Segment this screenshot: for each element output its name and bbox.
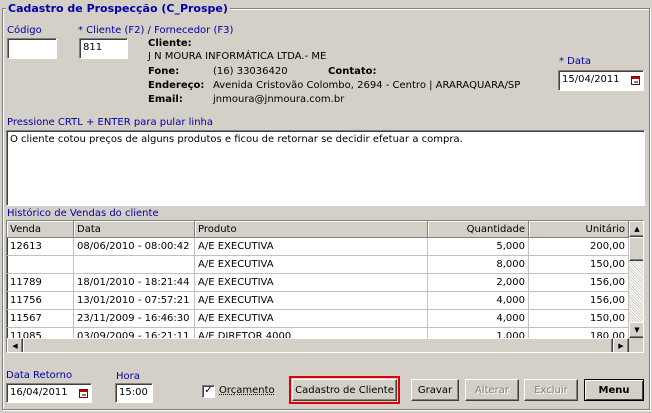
menu-button[interactable]: Menu — [584, 379, 644, 401]
grid-rows: 12613 08/06/2010 - 08:00:42 A/E EXECUTIV… — [7, 238, 629, 346]
cell-data — [74, 256, 195, 274]
notes-hint: Pressione CRTL + ENTER para pular linha — [7, 117, 213, 128]
cell-venda: 11789 — [7, 274, 74, 292]
cell-venda: 12613 — [7, 238, 74, 256]
contato-label: Contato: — [328, 66, 377, 77]
scroll-up-icon[interactable]: ▲ — [629, 221, 643, 237]
table-row[interactable]: 11789 18/01/2010 - 18:21:44 A/E EXECUTIV… — [7, 274, 629, 292]
horizontal-scroll-thumb[interactable] — [23, 338, 613, 352]
vertical-scroll-thumb[interactable] — [629, 237, 643, 261]
cell-quantidade: 2,000 — [428, 274, 529, 292]
email-value: jnmoura@jnmoura.com.br — [213, 94, 345, 105]
cell-data: 18/01/2010 - 18:21:44 — [74, 274, 195, 292]
scroll-down-icon[interactable]: ▼ — [629, 322, 643, 338]
cliente-code-value: 811 — [83, 42, 103, 53]
cell-produto: A/E EXECUTIVA — [195, 238, 428, 256]
orcamento-checkbox[interactable]: ✓ — [202, 385, 215, 398]
calendar-icon[interactable] — [631, 76, 640, 85]
table-row[interactable]: 11567 23/11/2009 - 16:46:30 A/E EXECUTIV… — [7, 310, 629, 328]
cell-produto: A/E EXECUTIVA — [195, 256, 428, 274]
cell-venda — [7, 256, 74, 274]
table-row[interactable]: A/E EXECUTIVA 8,000 150,00 — [7, 256, 629, 274]
col-quantidade[interactable]: Quantidade — [428, 221, 529, 238]
scroll-right-icon[interactable]: ▶ — [613, 338, 629, 352]
grid-header: Venda Data Produto Quantidade Unitário — [7, 221, 629, 238]
table-row[interactable]: 11756 13/01/2010 - 07:57:21 A/E EXECUTIV… — [7, 292, 629, 310]
cell-venda: 11567 — [7, 310, 74, 328]
gravar-button[interactable]: Gravar — [411, 379, 459, 401]
cell-quantidade: 4,000 — [428, 292, 529, 310]
cell-data: 13/01/2010 - 07:57:21 — [74, 292, 195, 310]
retorno-date-value: 16/04/2011 — [10, 387, 68, 398]
cliente-fornecedor-label: * Cliente (F2) / Fornecedor (F3) — [78, 25, 234, 36]
email-label: Email: — [148, 94, 183, 105]
hora-value: 15:00 — [119, 387, 148, 398]
col-unitario[interactable]: Unitário — [529, 221, 629, 238]
cell-unitario: 150,00 — [529, 310, 629, 328]
col-produto[interactable]: Produto — [195, 221, 428, 238]
cell-quantidade: 4,000 — [428, 310, 529, 328]
col-venda[interactable]: Venda — [7, 221, 74, 238]
calendar-icon[interactable] — [79, 389, 88, 398]
cell-data: 08/06/2010 - 08:00:42 — [74, 238, 195, 256]
history-title: Histórico de Vendas do cliente — [7, 208, 159, 219]
col-data[interactable]: Data — [74, 221, 195, 238]
notes-text: O cliente cotou preços de alguns produto… — [10, 134, 463, 145]
cell-quantidade: 5,000 — [428, 238, 529, 256]
cadastro-cliente-button[interactable]: Cadastro de Cliente — [292, 379, 397, 401]
orcamento-label[interactable]: Orçamento — [219, 385, 275, 396]
endereco-label: Endereço: — [148, 80, 205, 91]
cell-quantidade: 8,000 — [428, 256, 529, 274]
vertical-scrollbar[interactable]: ▲ ▼ — [629, 221, 643, 338]
cell-unitario: 156,00 — [529, 292, 629, 310]
cell-produto: A/E EXECUTIVA — [195, 292, 428, 310]
sales-history-grid[interactable]: Venda Data Produto Quantidade Unitário 1… — [6, 220, 644, 353]
excluir-button[interactable]: Excluir — [524, 379, 578, 401]
data-value: 15/04/2011 — [562, 74, 620, 85]
data-label: * Data — [559, 56, 592, 67]
retorno-date-input[interactable]: 16/04/2011 — [6, 383, 92, 403]
hora-input[interactable]: 15:00 — [115, 383, 153, 403]
cell-venda: 11756 — [7, 292, 74, 310]
codigo-input[interactable] — [7, 38, 57, 59]
fone-value: (16) 33036420 — [213, 66, 288, 77]
cell-unitario: 156,00 — [529, 274, 629, 292]
table-row[interactable]: 12613 08/06/2010 - 08:00:42 A/E EXECUTIV… — [7, 238, 629, 256]
hora-label: Hora — [116, 371, 140, 382]
cell-unitario: 150,00 — [529, 256, 629, 274]
notes-textarea[interactable]: O cliente cotou preços de alguns produto… — [6, 130, 645, 206]
scroll-left-icon[interactable]: ◀ — [7, 338, 23, 352]
cell-produto: A/E EXECUTIVA — [195, 274, 428, 292]
client-name-label: Cliente: — [148, 38, 192, 49]
client-name: J N MOURA INFORMÁTICA LTDA.- ME — [148, 51, 327, 62]
cell-produto: A/E EXECUTIVA — [195, 310, 428, 328]
horizontal-scrollbar[interactable]: ◀ ▶ — [7, 338, 629, 352]
cell-unitario: 200,00 — [529, 238, 629, 256]
retorno-label: Data Retorno — [6, 370, 73, 381]
endereco-value: Avenida Cristovão Colombo, 2694 - Centro… — [213, 80, 521, 91]
alterar-button[interactable]: Alterar — [465, 379, 519, 401]
data-input[interactable]: 15/04/2011 — [558, 70, 644, 91]
fone-label: Fone: — [148, 66, 180, 77]
codigo-label: Código — [7, 25, 42, 36]
cliente-code-input[interactable]: 811 — [79, 38, 128, 59]
scroll-corner — [629, 338, 643, 352]
form-title: Cadastro de Prospecção (C_Prospe) — [6, 2, 230, 15]
cell-data: 23/11/2009 - 16:46:30 — [74, 310, 195, 328]
